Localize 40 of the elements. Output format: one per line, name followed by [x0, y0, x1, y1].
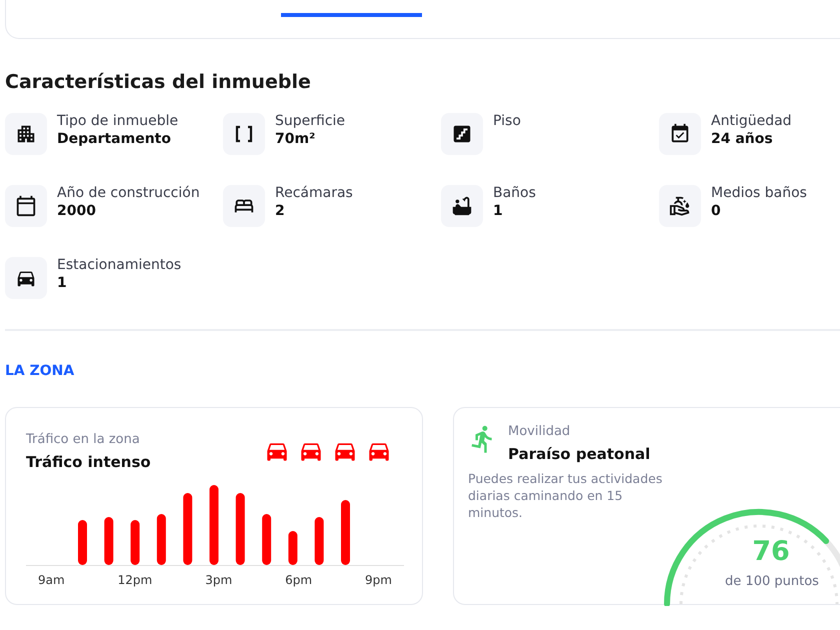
card-title: Tráfico intenso: [26, 453, 152, 471]
score-caption: de 100 puntos: [724, 574, 820, 589]
stairs-icon: [441, 113, 483, 155]
score-value: 76: [751, 536, 791, 567]
feature-label: Medios baños: [711, 185, 807, 201]
bed-icon: [223, 185, 265, 227]
feature-value: Departamento: [57, 131, 172, 147]
feature-value: 1: [57, 275, 68, 291]
feature-label: Tipo de inmueble: [57, 113, 178, 129]
section-title: Características del inmueble: [5, 71, 312, 93]
feature-value: 70m²: [275, 131, 316, 147]
axis-label: 9am: [38, 573, 65, 587]
calendar-check-icon: [659, 113, 701, 155]
axis-label: 12pm: [118, 573, 152, 587]
feature-value: 24 años: [711, 131, 774, 147]
calendar-icon: [5, 185, 47, 227]
card-caption: Tráfico en la zona: [26, 432, 141, 447]
hands-icon: [659, 185, 701, 227]
axis-label: 3pm: [205, 573, 232, 587]
brackets-icon: [223, 113, 265, 155]
feature-value: 2000: [57, 203, 97, 219]
card-title: Paraíso peatonal: [508, 445, 650, 463]
feature-label: Piso: [493, 113, 521, 129]
feature-value: 2: [275, 203, 286, 219]
feature-label: Antigüedad: [711, 113, 792, 129]
feature-label: Baños: [493, 185, 536, 201]
section-heading: LA ZONA: [5, 363, 76, 379]
axis-label: 6pm: [285, 573, 312, 587]
building-icon: [5, 113, 47, 155]
bathtub-icon: [441, 185, 483, 227]
card-description: Puedes realizar tus actividades diarias caminando en 15 minutos.: [468, 471, 664, 522]
axis-label: 9pm: [365, 573, 392, 587]
feature-label: Año de construcción: [57, 185, 200, 201]
feature-label: Estacionamientos: [57, 257, 182, 273]
feature-value: 1: [493, 203, 504, 219]
feature-label: Recámaras: [275, 185, 353, 201]
feature-label: Superficie: [275, 113, 346, 129]
card-caption: Movilidad: [508, 424, 572, 439]
feature-value: 0: [711, 203, 722, 219]
car-icon: [5, 257, 47, 299]
